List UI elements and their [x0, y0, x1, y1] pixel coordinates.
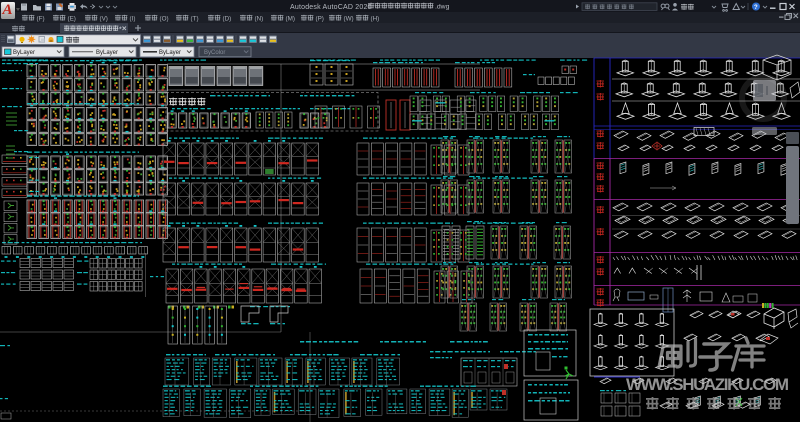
svg-text:ByLayer: ByLayer [13, 50, 35, 56]
svg-text:(M): (M) [286, 16, 295, 23]
svg-text:(W): (W) [344, 16, 354, 23]
svg-text:(P): (P) [316, 16, 324, 23]
svg-text:ByColor: ByColor [204, 50, 225, 56]
svg-text:(E): (E) [68, 16, 76, 23]
svg-text:(D): (D) [223, 16, 232, 23]
svg-text:ByLayer: ByLayer [96, 50, 118, 56]
svg-text:(F): (F) [37, 16, 45, 23]
svg-text:(V): (V) [100, 16, 108, 23]
svg-text:ByLayer: ByLayer [159, 50, 181, 56]
svg-text:WWW.SHUAZIKU.COM: WWW.SHUAZIKU.COM [626, 375, 789, 394]
svg-text:.dwg: .dwg [435, 4, 450, 11]
svg-text:(N): (N) [255, 16, 264, 23]
svg-text:(H): (H) [371, 16, 380, 23]
svg-text:(O): (O) [160, 16, 169, 23]
svg-text:(T): (T) [191, 16, 199, 23]
svg-text:Autodesk AutoCAD 2020: Autodesk AutoCAD 2020 [290, 4, 372, 11]
svg-text:?: ? [754, 5, 758, 11]
svg-text:*: * [119, 27, 122, 34]
svg-text:(I): (I) [130, 16, 136, 23]
